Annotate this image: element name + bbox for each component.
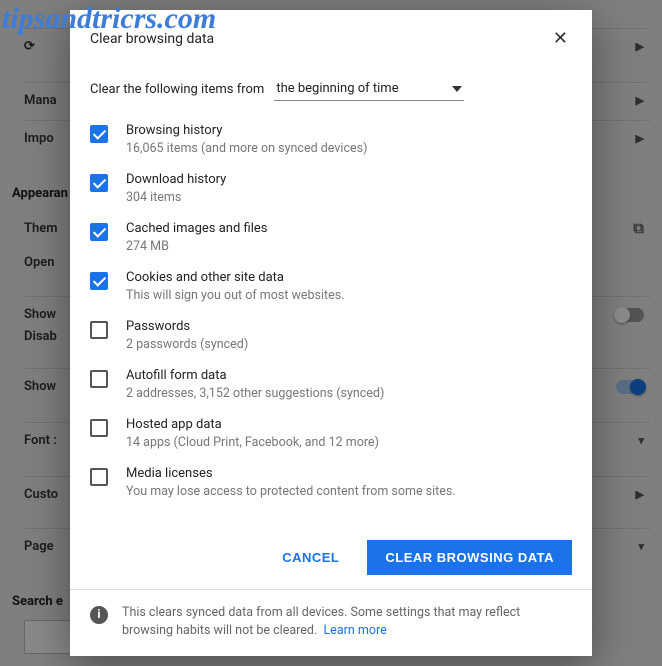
clear-browsing-data-button[interactable]: CLEAR BROWSING DATA (367, 540, 572, 575)
option-label: Autofill form data (126, 368, 384, 383)
option-label: Cached images and files (126, 221, 267, 236)
time-range-select[interactable]: the beginning of time (274, 77, 464, 101)
dialog-title: Clear browsing data (90, 31, 214, 47)
option-row: Media licenses You may lose access to pro… (90, 458, 572, 507)
checkbox[interactable] (90, 468, 108, 486)
option-row: Cookies and other site data This will sig… (90, 262, 572, 311)
checkbox[interactable] (90, 370, 108, 388)
option-row: Browsing history 16,065 items (and more o… (90, 115, 572, 164)
option-label: Download history (126, 172, 226, 187)
footer-note-text: This clears synced data from all devices… (122, 605, 520, 638)
option-description: 14 apps (Cloud Print, Facebook, and 12 m… (126, 435, 379, 450)
checkbox[interactable] (90, 125, 108, 143)
option-description: 16,065 items (and more on synced devices… (126, 141, 367, 156)
option-label: Hosted app data (126, 417, 379, 432)
checkbox[interactable] (90, 174, 108, 192)
option-label: Browsing history (126, 123, 367, 138)
option-description: 304 items (126, 190, 226, 205)
option-row: Hosted app data 14 apps (Cloud Print, Fac… (90, 409, 572, 458)
close-icon[interactable]: ✕ (549, 24, 572, 53)
checkbox[interactable] (90, 419, 108, 437)
option-label: Cookies and other site data (126, 270, 345, 285)
option-row: Download history 304 items (90, 164, 572, 213)
checkbox[interactable] (90, 321, 108, 339)
from-label: Clear the following items from (90, 82, 264, 97)
checkbox[interactable] (90, 223, 108, 241)
option-label: Media licenses (126, 466, 456, 481)
clear-browsing-data-dialog: Clear browsing data ✕ Clear the followin… (70, 10, 592, 656)
info-icon: i (90, 606, 108, 624)
option-description: 274 MB (126, 239, 267, 254)
option-description: 2 addresses, 3,152 other suggestions (sy… (126, 386, 384, 401)
option-row: Autofill form data 2 addresses, 3,152 oth… (90, 360, 572, 409)
option-description: This will sign you out of most websites. (126, 288, 345, 303)
option-label: Passwords (126, 319, 248, 334)
chevron-down-icon (452, 86, 462, 92)
option-row: Cached images and files 274 MB (90, 213, 572, 262)
learn-more-link[interactable]: Learn more (323, 623, 386, 638)
checkbox[interactable] (90, 272, 108, 290)
option-description: You may lose access to protected content… (126, 484, 456, 499)
options-list: Browsing history 16,065 items (and more o… (70, 115, 592, 522)
option-row: Passwords 2 passwords (synced) (90, 311, 572, 360)
option-description: 2 passwords (synced) (126, 337, 248, 352)
cancel-button[interactable]: CANCEL (264, 540, 357, 575)
